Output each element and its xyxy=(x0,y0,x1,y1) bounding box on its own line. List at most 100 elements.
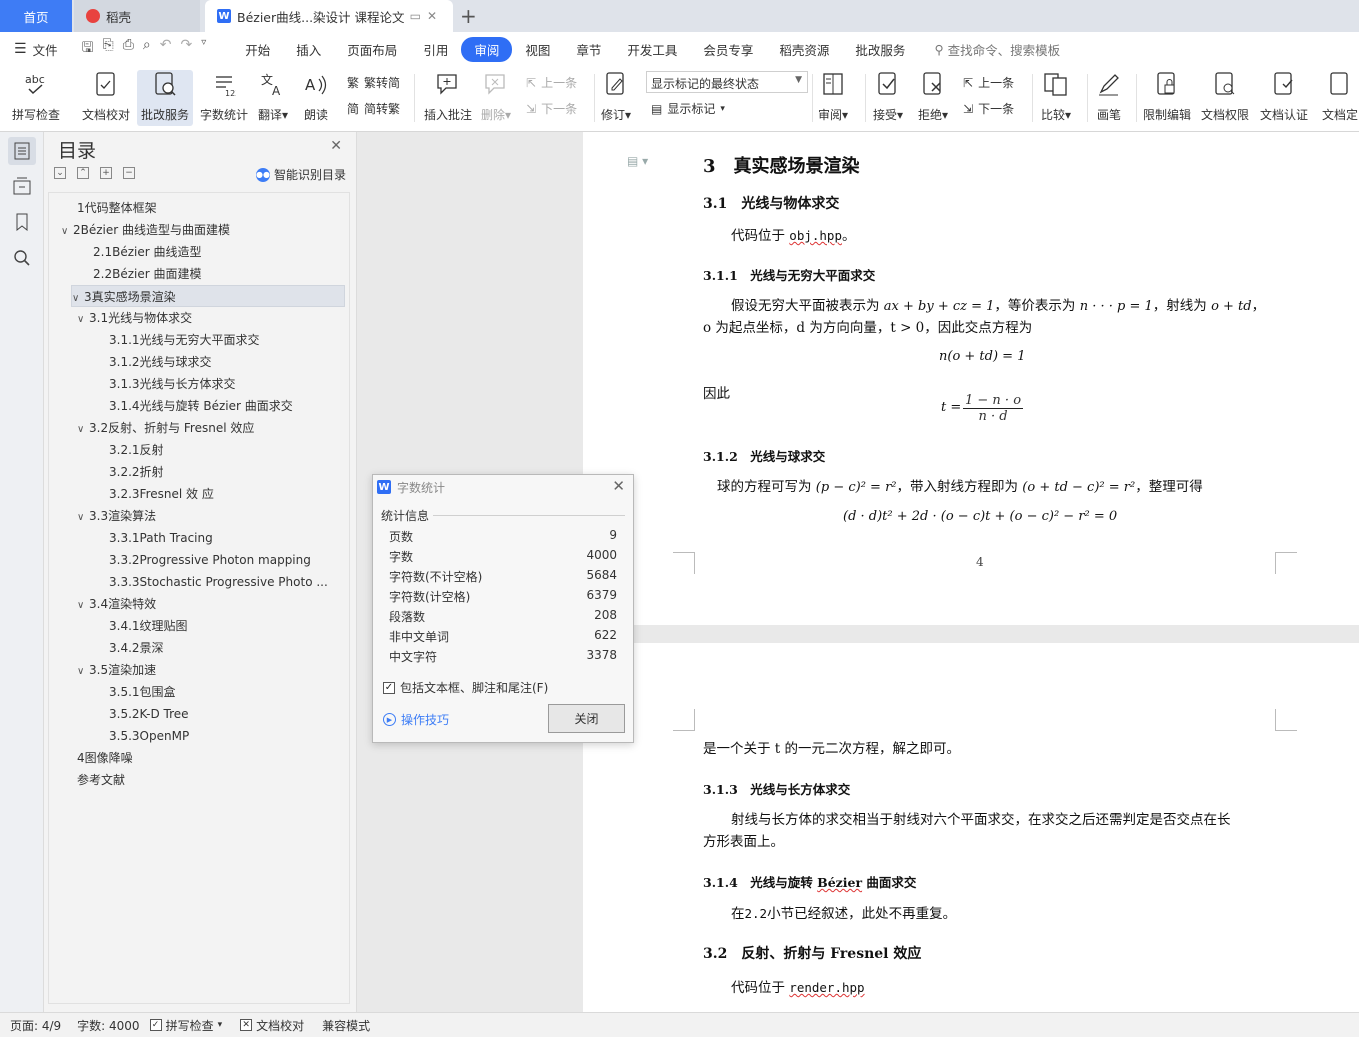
chevron-down-icon[interactable]: ∨ xyxy=(77,661,89,681)
status-page[interactable]: 页面: 4/9 xyxy=(10,1017,61,1034)
toc-item[interactable]: 3.2.1反射 xyxy=(109,439,345,461)
toc-item[interactable]: ∨ 3.4渲染特效 xyxy=(77,593,345,615)
menu-item[interactable]: 批改服务 xyxy=(842,37,918,62)
status-doccheck[interactable]: ✕ 文档校对 xyxy=(240,1017,304,1034)
chevron-down-icon[interactable]: ∨ xyxy=(77,595,89,615)
review-pane-button[interactable]: 审阅▾ xyxy=(818,70,848,123)
toc-item[interactable]: ∨ 3.3渲染算法 xyxy=(77,505,345,527)
customize-chevron-icon[interactable]: ▿ xyxy=(201,37,206,61)
menu-item[interactable]: 插入 xyxy=(283,37,334,62)
tab-close-icon[interactable]: ✕ xyxy=(427,9,443,23)
track-changes-button[interactable]: 修订▾ xyxy=(601,70,631,123)
doc-rights-button[interactable]: 文档权限 xyxy=(1201,70,1249,123)
tab-pin-icon[interactable]: ▭ xyxy=(410,9,427,23)
menu-item[interactable]: 审阅 xyxy=(461,36,513,62)
dialog-titlebar[interactable]: W 字数统计 xyxy=(373,475,633,499)
doc-outline-icon[interactable]: ▤ ▾ xyxy=(627,154,648,168)
tips-link[interactable]: ▶ 操作技巧 xyxy=(383,711,449,728)
remove-heading-icon[interactable]: − xyxy=(123,167,135,179)
command-search[interactable]: ⚲ 查找命令、搜索模板 xyxy=(934,40,1060,59)
undo-icon[interactable]: ↶ xyxy=(160,37,172,61)
toc-item[interactable]: ∨ 3.5渲染加速 xyxy=(77,659,345,681)
show-markup-button[interactable]: ▤ 显示标记 ▾ xyxy=(651,100,725,117)
chevron-down-icon[interactable]: ∨ xyxy=(72,288,84,306)
trad-to-simp-button[interactable]: 繁繁转简 xyxy=(347,74,400,91)
toc-item[interactable]: ∨ 3真实感场景渲染 xyxy=(71,285,345,307)
tab-document[interactable]: W Bézier曲线...染设计 课程论文 ▭✕ xyxy=(205,0,453,32)
toc-item[interactable]: 3.1.3光线与长方体求交 xyxy=(109,373,345,395)
dialog-close-button[interactable]: 关闭 xyxy=(548,704,625,733)
pen-button[interactable]: 画笔 xyxy=(1096,70,1122,123)
toc-item[interactable]: ∨ 3.1光线与物体求交 xyxy=(77,307,345,329)
revise-service-button[interactable]: 批改服务 xyxy=(137,70,194,126)
toc-item[interactable]: 参考文献 xyxy=(77,769,345,791)
compare-button[interactable]: 比较▾ xyxy=(1041,70,1071,123)
accept-button[interactable]: 接受▾ xyxy=(873,70,903,123)
menu-item[interactable]: 开始 xyxy=(232,37,283,62)
chevron-down-icon[interactable]: ∨ xyxy=(77,507,89,527)
redo-icon[interactable]: ↷ xyxy=(181,37,193,61)
tab-home[interactable]: 首页 xyxy=(0,0,72,32)
collapse-all-icon[interactable]: ⌃ xyxy=(77,167,89,179)
toc-item[interactable]: 3.5.1包围盒 xyxy=(109,681,345,703)
find-panel-button[interactable] xyxy=(8,244,36,272)
export-icon[interactable]: ⎘ xyxy=(103,37,114,61)
smart-toc-button[interactable]: ●● 智能识别目录 xyxy=(255,166,346,183)
add-heading-icon[interactable]: + xyxy=(100,167,112,179)
print-preview-icon[interactable]: ⌕ xyxy=(143,37,151,61)
toc-item[interactable]: ∨ 3.2反射、折射与 Fresnel 效应 xyxy=(77,417,345,439)
toc-item[interactable]: 3.4.1纹理贴图 xyxy=(109,615,345,637)
toc-item[interactable]: 3.2.3Fresnel 效 应 xyxy=(109,483,345,505)
toc-item[interactable]: 3.3.3Stochastic Progressive Photo ... xyxy=(109,571,345,593)
expand-all-icon[interactable]: ⌄ xyxy=(54,167,66,179)
menu-item[interactable]: 开发工具 xyxy=(614,37,690,62)
close-icon[interactable]: ✕ xyxy=(330,138,342,154)
include-notes-checkbox[interactable]: ✓ 包括文本框、脚注和尾注(F) xyxy=(383,679,548,696)
toc-panel-button[interactable] xyxy=(8,137,36,165)
new-tab-button[interactable]: + xyxy=(460,4,477,28)
word-count-button[interactable]: 123 字数统计 xyxy=(200,70,248,123)
toc-item[interactable]: 1代码整体框架 xyxy=(77,197,345,219)
toc-item[interactable]: 3.1.4光线与旋转 Bézier 曲面求交 xyxy=(109,395,345,417)
menu-item[interactable]: 会员专享 xyxy=(690,37,766,62)
print-icon[interactable]: ⎙ xyxy=(123,37,134,61)
prev-comment-button[interactable]: ⇱ 上一条 xyxy=(526,74,577,91)
menu-item[interactable]: 页面布局 xyxy=(334,37,410,62)
prev-change-button[interactable]: ⇱ 上一条 xyxy=(963,74,1014,91)
toc-item[interactable]: 3.3.1Path Tracing xyxy=(109,527,345,549)
bookmark-panel-button[interactable] xyxy=(8,208,36,236)
toc-item[interactable]: 3.5.3OpenMP xyxy=(109,725,345,747)
menu-item[interactable]: 视图 xyxy=(512,37,563,62)
close-icon[interactable]: ✕ xyxy=(612,477,625,495)
translate-button[interactable]: 文A 翻译▾ xyxy=(258,70,288,123)
read-aloud-button[interactable]: A 朗读 xyxy=(303,70,329,123)
reject-button[interactable]: 拒绝▾ xyxy=(918,70,948,123)
menu-item[interactable]: 引用 xyxy=(410,37,461,62)
toc-item[interactable]: 2.2Bézier 曲面建模 xyxy=(93,263,345,285)
toc-item[interactable]: 3.3.2Progressive Photon mapping xyxy=(109,549,345,571)
tab-daoke[interactable]: 稻壳 xyxy=(74,0,200,32)
next-comment-button[interactable]: ⇲ 下一条 xyxy=(526,100,577,117)
simp-to-trad-button[interactable]: 简简转繁 xyxy=(347,100,400,117)
status-spellcheck[interactable]: ✓ 拼写检查 ▾ xyxy=(149,1017,222,1034)
chevron-down-icon[interactable]: ∨ xyxy=(77,419,89,439)
doc-fix-button[interactable]: 文档定 xyxy=(1322,70,1358,123)
toc-item[interactable]: 2.1Bézier 曲线造型 xyxy=(93,241,345,263)
status-words[interactable]: 字数: 4000 xyxy=(77,1017,139,1034)
delete-comment-button[interactable]: 删除▾ xyxy=(481,70,511,123)
toc-item[interactable]: 4图像降噪 xyxy=(77,747,345,769)
markup-state-select[interactable]: 显示标记的最终状态 ▼ xyxy=(646,71,808,93)
toc-item[interactable]: 3.1.1光线与无穷大平面求交 xyxy=(109,329,345,351)
doc-check-button[interactable]: 文档校对 xyxy=(82,70,130,123)
insert-comment-button[interactable]: 插入批注 xyxy=(424,70,472,123)
chapter-panel-button[interactable] xyxy=(8,172,36,200)
toc-item[interactable]: ∨ 2Bézier 曲线造型与曲面建模 xyxy=(61,219,345,241)
save-icon[interactable]: 🖫 xyxy=(82,37,94,61)
spellcheck-button[interactable]: abc 拼写检查 xyxy=(12,70,60,123)
restrict-edit-button[interactable]: 限制编辑 xyxy=(1143,70,1191,123)
menu-item[interactable]: 稻壳资源 xyxy=(766,37,842,62)
chevron-down-icon[interactable]: ∨ xyxy=(77,309,89,329)
next-change-button[interactable]: ⇲ 下一条 xyxy=(963,100,1014,117)
toc-item[interactable]: 3.2.2折射 xyxy=(109,461,345,483)
doc-cert-button[interactable]: 文档认证 xyxy=(1260,70,1308,123)
